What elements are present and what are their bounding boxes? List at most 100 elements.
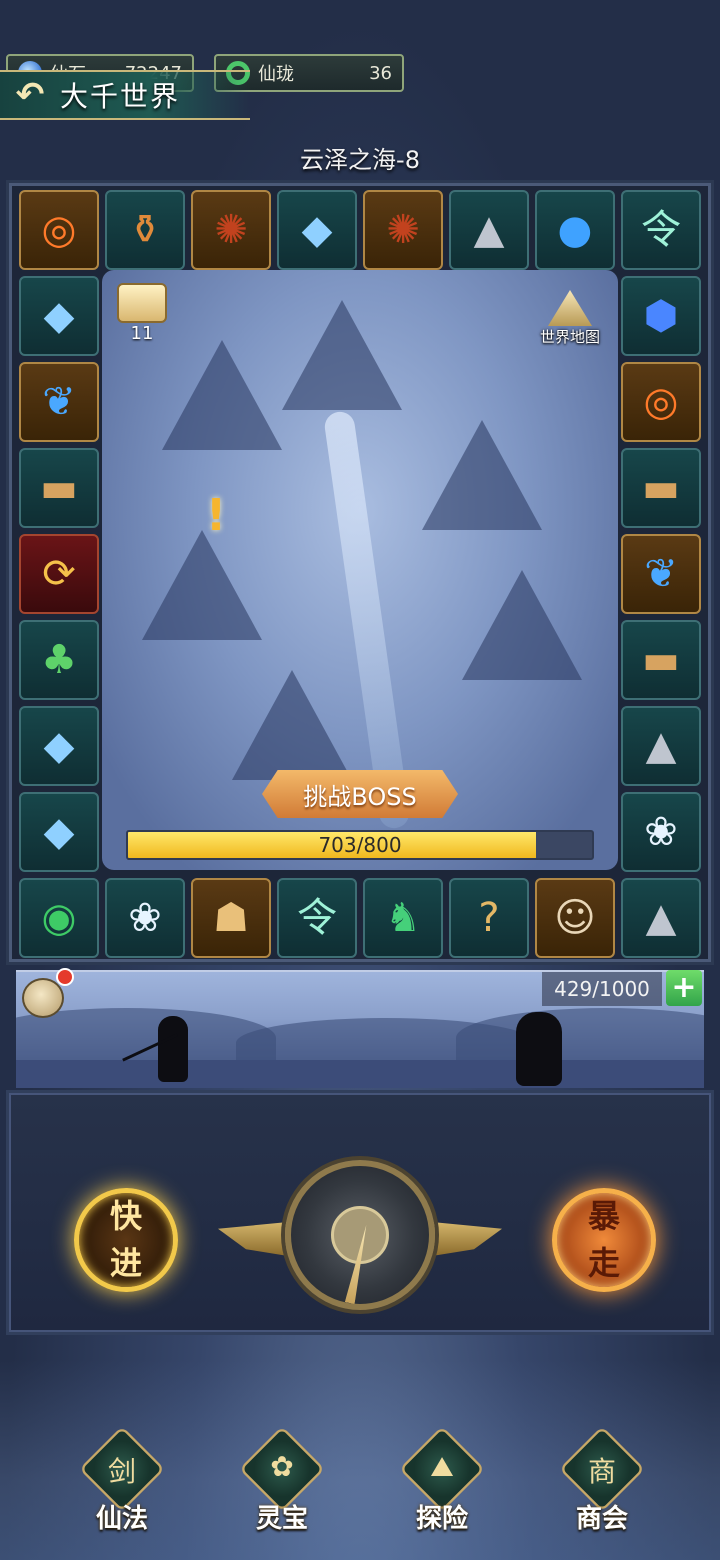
board-tile[interactable]: ◎: [621, 362, 701, 442]
board-tile[interactable]: ?: [449, 878, 529, 958]
stage-progress-bar: 703/800: [126, 830, 594, 860]
mountain-shape: [282, 300, 402, 410]
page-title: 大千世界: [60, 80, 181, 113]
nav-label: 仙法: [95, 1504, 148, 1534]
rampage-button[interactable]: 暴 走: [552, 1188, 656, 1292]
enemy-beast-silhouette: [516, 1012, 562, 1086]
blue-butterfly-icon: ❦: [42, 379, 76, 425]
rampage-label-1: 暴: [587, 1196, 620, 1235]
compass-dial[interactable]: [285, 1160, 435, 1310]
board-tile[interactable]: ⬢: [621, 276, 701, 356]
refresh-seal-icon: ⟳: [42, 551, 76, 597]
mountain-shape: [232, 670, 352, 780]
blue-gem-icon: ⬢: [643, 293, 679, 339]
plus-icon: +: [671, 970, 697, 1005]
board-tile[interactable]: ▲: [621, 878, 701, 958]
nav-label: 商会: [575, 1504, 628, 1534]
board-tile[interactable]: ▲: [449, 190, 529, 270]
centipede-icon: ✺: [386, 207, 420, 253]
challenge-boss-label: 挑战BOSS: [303, 782, 417, 811]
fire-ring-icon: ◎: [41, 207, 77, 253]
exclamation-icon: !: [206, 490, 227, 541]
board-tile[interactable]: ◉: [19, 878, 99, 958]
tiger-mask-icon: ☗: [213, 895, 249, 941]
board-tile[interactable]: ▲: [621, 706, 701, 786]
board-tile[interactable]: ❦: [19, 362, 99, 442]
scroll-icon: [117, 283, 167, 323]
board-tile[interactable]: 令: [621, 190, 701, 270]
stage-title: 云泽之海-8: [300, 146, 420, 174]
blue-crystal-icon: ◆: [43, 723, 75, 769]
board-tile[interactable]: ⟳: [19, 534, 99, 614]
blue-crystal-icon: ◆: [43, 293, 75, 339]
board-tile[interactable]: ◆: [277, 190, 357, 270]
ore-rocks-icon: ▲: [645, 723, 677, 769]
rampage-label-2: 走: [587, 1243, 620, 1282]
board-tile[interactable]: ◆: [19, 276, 99, 356]
currency-long-label: 仙珑: [258, 64, 294, 85]
world-map-label: 世界地图: [539, 328, 600, 346]
mystery-scroll-icon: ?: [478, 895, 500, 941]
nav-label: 探险: [415, 1504, 468, 1534]
ore-rocks-icon: ▲: [473, 207, 505, 253]
board-tile[interactable]: ❦: [621, 534, 701, 614]
nav-shanghui[interactable]: 商 商会: [552, 1425, 652, 1540]
scroll-button[interactable]: 11: [112, 283, 172, 353]
spirit-flower-icon: ❀: [128, 895, 162, 941]
jade-token-icon: 令: [641, 207, 681, 253]
world-map-button[interactable]: 世界地图: [528, 290, 612, 356]
spirit-flower-icon: ❀: [644, 809, 678, 855]
fast-forward-label-1: 快: [109, 1196, 142, 1235]
green-gourd-icon: ♣: [41, 637, 77, 683]
board-tile[interactable]: ✺: [191, 190, 271, 270]
board-tile[interactable]: ▬: [621, 448, 701, 528]
shop-seal-icon: 商: [587, 1455, 616, 1488]
mountain-icon: ⛰: [430, 1450, 454, 1483]
jade-token-icon: 令: [297, 895, 337, 941]
ground-shape: [16, 1060, 704, 1088]
nav-lingbao[interactable]: ✿ 灵宝: [232, 1425, 332, 1540]
jade-dragon-icon: ♞: [385, 895, 421, 941]
player-swordsman-silhouette: [158, 1016, 188, 1082]
board-tile[interactable]: ▬: [621, 620, 701, 700]
board-tile[interactable]: ●: [535, 190, 615, 270]
wood-log-icon: ▬: [642, 637, 680, 683]
board-tile[interactable]: ▬: [19, 448, 99, 528]
fire-ring-icon: ◎: [643, 379, 679, 425]
board-tile[interactable]: 令: [277, 878, 357, 958]
board-tile[interactable]: ❀: [621, 792, 701, 872]
scroll-count: 11: [130, 323, 154, 344]
notification-dot-icon: [56, 968, 74, 986]
sword-icon: 剑: [107, 1455, 136, 1488]
mountain-shape: [422, 420, 542, 530]
challenge-boss-button[interactable]: 挑战BOSS: [262, 770, 458, 818]
event-marker[interactable]: !: [206, 490, 226, 550]
blue-crystal-icon: ◆: [43, 809, 75, 855]
title-plate: ↶ 大千世界: [0, 70, 250, 120]
wood-log-icon: ▬: [642, 465, 680, 511]
loot-bag-button[interactable]: [22, 978, 64, 1018]
board-tile[interactable]: ◎: [19, 190, 99, 270]
blue-butterfly-icon: ❦: [644, 551, 678, 597]
energy-counter: 429/1000: [542, 972, 662, 1006]
jade-ring-icon: ◉: [41, 895, 77, 941]
blue-orb-icon: ●: [557, 207, 593, 253]
nav-label: 灵宝: [255, 1504, 308, 1534]
board-tile[interactable]: ◆: [19, 706, 99, 786]
currency-long-value: 36: [369, 62, 392, 84]
board-tile[interactable]: ⚱: [105, 190, 185, 270]
nav-xianfa[interactable]: 剑 仙法: [72, 1425, 172, 1540]
board-tile[interactable]: ☺: [535, 878, 615, 958]
nav-tanxian[interactable]: ⛰ 探险: [392, 1425, 492, 1540]
mountain-shape: [462, 570, 582, 680]
board-tile[interactable]: ♞: [363, 878, 443, 958]
board-tile[interactable]: ☗: [191, 878, 271, 958]
board-tile[interactable]: ◆: [19, 792, 99, 872]
board-tile[interactable]: ❀: [105, 878, 185, 958]
centipede-icon: ✺: [214, 207, 248, 253]
board-tile[interactable]: ♣: [19, 620, 99, 700]
add-energy-button[interactable]: +: [666, 970, 702, 1006]
board-tile[interactable]: ✺: [363, 190, 443, 270]
fast-forward-button[interactable]: 快 进: [74, 1188, 178, 1292]
back-button[interactable]: ↶: [0, 70, 60, 120]
